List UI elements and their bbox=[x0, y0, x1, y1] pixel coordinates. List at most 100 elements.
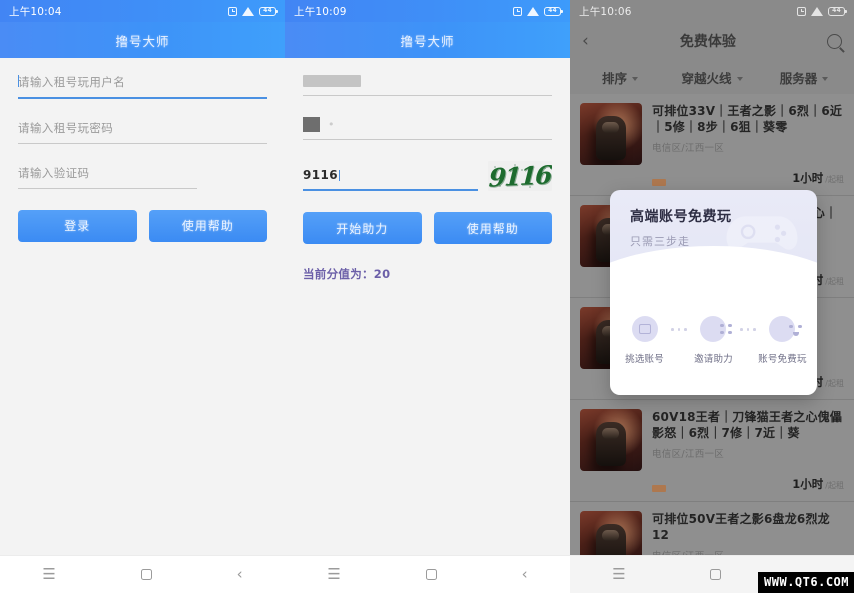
account-card-icon bbox=[631, 316, 658, 342]
captcha-placeholder: 请输入验证码 bbox=[18, 165, 90, 180]
square-home-icon[interactable] bbox=[710, 569, 722, 580]
text-caret bbox=[18, 75, 20, 87]
modal-subtitle: 只需三步走 bbox=[630, 235, 690, 248]
item-body: 可排位33V｜王者之影｜6烈｜6近｜5修｜8步｜6狙｜葵零 电信区/江西一区 1… bbox=[652, 103, 844, 186]
item-footer: 1小时/起租 bbox=[652, 170, 844, 186]
step-label: 挑选账号 bbox=[625, 354, 664, 365]
filter-server[interactable]: 服务器 bbox=[758, 68, 850, 87]
modal-header: 高端账号免费玩 只需三步走 bbox=[610, 190, 817, 249]
item-title: 可排位33V｜王者之影｜6烈｜6近｜5修｜8步｜6狙｜葵零 bbox=[652, 104, 843, 134]
app-title-bar: 撸号大师 bbox=[285, 22, 570, 58]
status-icons: 44 bbox=[797, 6, 847, 16]
filter-game[interactable]: 穿越火线 bbox=[666, 68, 758, 87]
chevron-left-icon[interactable]: ‹ bbox=[582, 32, 589, 50]
password-field[interactable]: 请输入租号玩密码 bbox=[18, 120, 267, 144]
modal-steps: 挑选账号 邀请助力 账号免费玩 bbox=[610, 316, 817, 365]
captcha-image[interactable]: 9116 bbox=[488, 161, 552, 191]
step-invite-boost[interactable]: 邀请助力 bbox=[687, 316, 740, 365]
menu-icon[interactable]: ☰ bbox=[612, 567, 625, 582]
system-navigation-bar: ☰ ‹ bbox=[285, 555, 570, 593]
help-button[interactable]: 使用帮助 bbox=[148, 209, 267, 242]
status-time: 上午10:09 bbox=[294, 5, 347, 18]
alarm-icon bbox=[797, 6, 806, 16]
start-boost-button[interactable]: 开始助力 bbox=[303, 212, 422, 244]
battery-icon: 44 bbox=[544, 6, 563, 16]
help-button[interactable]: 使用帮助 bbox=[433, 212, 552, 244]
username-underline bbox=[303, 95, 552, 96]
captcha-image-text: 9116 bbox=[488, 161, 552, 191]
password-underline bbox=[18, 142, 267, 144]
step-connector bbox=[740, 328, 756, 331]
screenshot-root: 上午10:04 44 撸号大师 请输入租号玩用户名 请输入租号玩密码 请输入验证… bbox=[0, 0, 854, 593]
status-time: 上午10:06 bbox=[579, 5, 632, 18]
alarm-icon bbox=[513, 6, 522, 16]
username-placeholder: 请输入租号玩用户名 bbox=[18, 75, 126, 89]
item-thumbnail bbox=[580, 103, 642, 165]
item-body: 60V18王者｜刀锋猫王者之心傀儡影怒｜6烈｜7修｜7近｜葵 电信区/江西一区 … bbox=[652, 409, 844, 492]
menu-icon[interactable]: ☰ bbox=[42, 567, 55, 582]
search-icon[interactable] bbox=[827, 33, 842, 49]
battery-icon: 44 bbox=[828, 6, 847, 16]
item-subtitle: 电信区/江西一区 bbox=[652, 449, 725, 460]
password-field[interactable]: • bbox=[303, 117, 552, 140]
step-play-free[interactable]: 账号免费玩 bbox=[756, 316, 809, 365]
password-underline bbox=[303, 139, 552, 140]
username-field[interactable] bbox=[303, 74, 552, 96]
captcha-underline bbox=[18, 187, 198, 189]
modal-title: 高端账号免费玩 bbox=[630, 209, 732, 225]
login-button-row: 登录 使用帮助 bbox=[18, 209, 267, 242]
item-tag bbox=[652, 179, 666, 186]
panel-boost-screen: 上午10:09 44 撸号大师 • 9116 9116 开始助力 使用帮助 当前… bbox=[285, 0, 570, 593]
promo-modal[interactable]: 高端账号免费玩 只需三步走 挑选账号 邀请助力 账号免费玩 bbox=[610, 190, 817, 395]
item-tag bbox=[652, 485, 666, 492]
wifi-icon bbox=[242, 6, 254, 16]
score-text: 当前分值为：20 bbox=[303, 267, 391, 281]
captcha-row: 9116 9116 bbox=[303, 161, 552, 191]
login-button[interactable]: 登录 bbox=[18, 209, 137, 242]
panel-login-screen: 上午10:04 44 撸号大师 请输入租号玩用户名 请输入租号玩密码 请输入验证… bbox=[0, 0, 285, 593]
password-value-masked: • bbox=[303, 117, 552, 139]
login-form: 请输入租号玩用户名 请输入租号玩密码 请输入验证码 登录 使用帮助 bbox=[0, 58, 285, 242]
battery-icon: 44 bbox=[259, 6, 278, 16]
step-connector bbox=[671, 328, 687, 331]
status-bar: 上午10:04 44 bbox=[0, 0, 285, 22]
item-time: 1小时/起租 bbox=[792, 171, 844, 185]
play-free-icon bbox=[769, 316, 802, 342]
password-placeholder: 请输入租号玩密码 bbox=[18, 120, 114, 135]
square-home-icon[interactable] bbox=[425, 569, 437, 580]
username-field[interactable]: 请输入租号玩用户名 bbox=[18, 74, 267, 99]
panel-list-screen: 上午10:06 44 ‹ 免费体验 排序 穿越火线 服务器 可排位33V｜王者之… bbox=[570, 0, 854, 593]
status-icons: 44 bbox=[228, 6, 278, 16]
square-home-icon[interactable] bbox=[140, 569, 152, 580]
list-app-bar: ‹ 免费体验 bbox=[570, 22, 854, 60]
app-title-bar: 撸号大师 bbox=[0, 22, 285, 58]
item-subtitle: 电信区/江西一区 bbox=[652, 143, 725, 154]
wifi-icon bbox=[527, 6, 539, 16]
chevron-left-icon[interactable]: ‹ bbox=[522, 567, 528, 582]
item-footer: 1小时/起租 bbox=[652, 476, 844, 492]
captcha-field[interactable]: 9116 bbox=[303, 168, 478, 191]
status-icons: 44 bbox=[513, 6, 563, 16]
list-item[interactable]: 60V18王者｜刀锋猫王者之心傀儡影怒｜6烈｜7修｜7近｜葵 电信区/江西一区 … bbox=[570, 400, 854, 502]
username-underline bbox=[18, 97, 267, 99]
alarm-icon bbox=[228, 6, 237, 16]
step-pick-account[interactable]: 挑选账号 bbox=[618, 316, 671, 365]
watermark: WWW.QT6.COM bbox=[758, 572, 854, 593]
app-title: 撸号大师 bbox=[115, 33, 170, 49]
invite-icon bbox=[700, 316, 732, 342]
captcha-field[interactable]: 请输入验证码 bbox=[18, 165, 267, 189]
menu-icon[interactable]: ☰ bbox=[327, 567, 340, 582]
system-navigation-bar: ☰ ‹ bbox=[0, 555, 285, 593]
step-label: 账号免费玩 bbox=[758, 354, 807, 365]
item-thumbnail bbox=[580, 409, 642, 471]
list-item[interactable]: 可排位33V｜王者之影｜6烈｜6近｜5修｜8步｜6狙｜葵零 电信区/江西一区 1… bbox=[570, 94, 854, 196]
item-title: 60V18王者｜刀锋猫王者之心傀儡影怒｜6烈｜7修｜7近｜葵 bbox=[652, 410, 843, 440]
captcha-underline bbox=[303, 189, 478, 191]
boost-button-row: 开始助力 使用帮助 bbox=[303, 212, 552, 244]
wifi-icon bbox=[811, 6, 823, 16]
status-bar: 上午10:06 44 bbox=[570, 0, 854, 22]
status-time: 上午10:04 bbox=[9, 5, 62, 18]
filter-sort[interactable]: 排序 bbox=[574, 68, 666, 87]
chevron-left-icon[interactable]: ‹ bbox=[237, 567, 243, 582]
app-title: 撸号大师 bbox=[400, 33, 455, 49]
